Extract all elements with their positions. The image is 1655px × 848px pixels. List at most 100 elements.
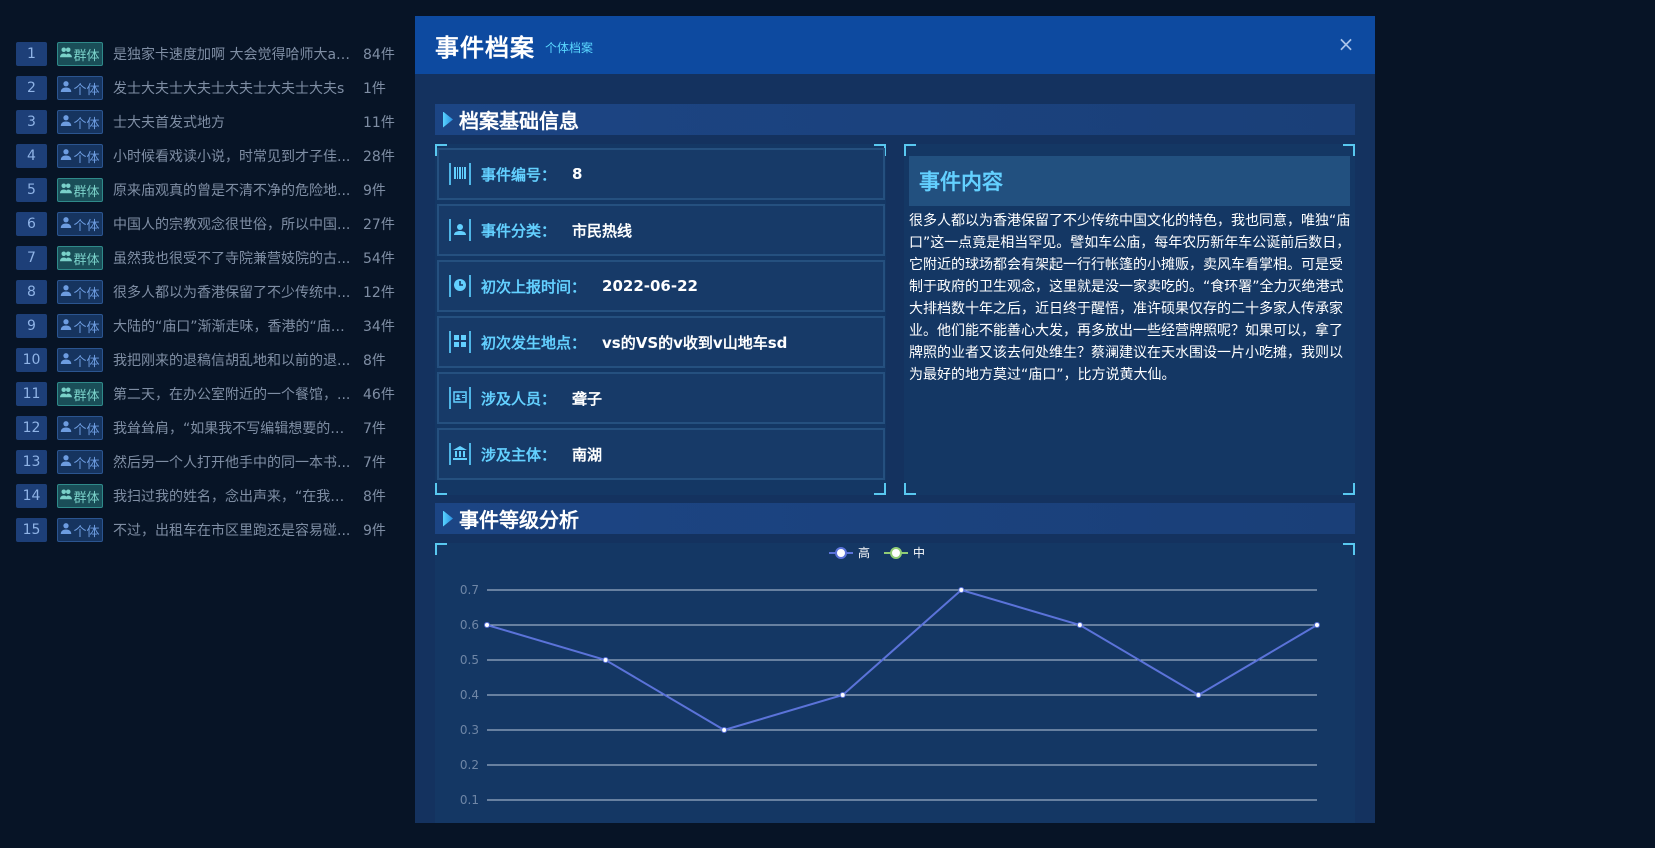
person-icon [60,420,72,436]
data-point [1195,692,1202,698]
list-item-type-label: 个体 [73,354,100,370]
y-tick-label: 0.7 [460,583,479,597]
list-item-type-label: 群体 [73,252,100,268]
person-icon [60,114,72,130]
modal-header: 事件档案 个体档案 × [415,16,1375,74]
corner-decoration [1343,144,1355,156]
y-tick-label: 0.1 [460,793,479,807]
list-item-type-label: 群体 [73,388,100,404]
info-value: 8 [572,165,583,183]
list-item-title: 士大夫首发式地方 [113,115,225,131]
list-item[interactable]: 4 个体 小时候看戏读小说，时常见到才子佳... 28件 [16,139,396,173]
info-value: 聋子 [572,389,603,408]
group-icon [60,250,73,266]
event-list: 1 群体 是独家卡速度加啊 大会觉得哈师大as... 84件 2 个体 发士大夫士大夫士大夫… [16,37,396,547]
list-item-title: 我把刚来的退稿信胡乱地和以前的退... [113,353,351,369]
list-item[interactable]: 13 个体 然后另一个人打开他手中的同一本书... 7件 [16,445,396,479]
list-item-type-label: 群体 [73,48,100,64]
list-item[interactable]: 10 个体 我把刚来的退稿信胡乱地和以前的退... 8件 [16,343,396,377]
list-item[interactable]: 6 个体 中国人的宗教观念很世俗，所以中国... 27件 [16,207,396,241]
list-item[interactable]: 1 群体 是独家卡速度加啊 大会觉得哈师大as... 84件 [16,37,396,71]
barcode-icon [449,163,471,185]
list-item[interactable]: 2 个体 发士大夫士大夫士大夫士大夫士大夫s 1件 [16,71,396,105]
list-item[interactable]: 11 群体 第二天，在办公室附近的一个餐馆，... 46件 [16,377,396,411]
person-icon [60,284,72,300]
y-tick-label: 0.3 [460,723,479,737]
list-item-title: 很多人都以为香港保留了不少传统中... [113,285,351,301]
building-icon [449,443,471,465]
list-item-count: 8件 [363,489,386,505]
list-item-type-label: 个体 [73,320,100,336]
data-point [721,727,728,733]
person-icon [60,148,72,164]
list-item-title: 不过，出租车在市区里跑还是容易碰... [113,523,351,539]
list-item-count: 34件 [363,319,395,335]
corner-decoration [435,483,447,495]
info-row: 初次上报时间： 2022-06-22 [437,260,885,312]
corner-decoration [904,144,916,156]
data-point [839,692,846,698]
info-value: vs的VS的v收到v山地车sd [602,333,788,352]
data-point [602,657,609,663]
list-item-title: 然后另一个人打开他手中的同一本书... [113,455,351,471]
section-level-analysis-title: 事件等级分析 [459,508,579,532]
list-item[interactable]: 14 群体 我扫过我的姓名，念出声来，“在我看... 8件 [16,479,396,513]
data-point [1076,622,1083,628]
list-item-type-label: 个体 [73,150,100,166]
section-arrow-icon [443,510,453,527]
list-item-number: 14 [16,484,47,508]
list-item-type-label: 个体 [73,456,100,472]
list-item-count: 7件 [363,421,386,437]
list-item-type-label: 群体 [73,490,100,506]
user-card-icon [449,219,471,241]
list-item-number: 13 [16,450,47,474]
info-label: 事件分类： [481,221,557,240]
list-item-type-badge: 个体 [57,280,103,304]
modal-subtitle[interactable]: 个体档案 [545,39,593,56]
list-item[interactable]: 5 群体 原来庙观真的曾是不清不净的危险地... 9件 [16,173,396,207]
list-item-number: 8 [16,280,47,304]
list-item-count: 8件 [363,353,386,369]
list-item-title: 大陆的“庙口”渐渐走味，香港的“庙口... [113,319,351,335]
group-icon [60,488,73,504]
list-item-number: 10 [16,348,47,372]
list-item[interactable]: 7 群体 虽然我也很受不了寺院兼营妓院的古... 54件 [16,241,396,275]
y-tick-label: 0.6 [460,618,479,632]
list-item-number: 11 [16,382,47,406]
section-basic-info-title: 档案基础信息 [459,109,579,133]
list-item-count: 54件 [363,251,395,267]
info-label: 涉及人员： [481,389,557,408]
list-item-number: 1 [16,42,47,66]
info-value: 2022-06-22 [602,277,698,295]
id-card-icon [449,387,471,409]
content-header: 事件内容 [909,156,1350,206]
list-item[interactable]: 15 个体 不过，出租车在市区里跑还是容易碰... 9件 [16,513,396,547]
list-item[interactable]: 12 个体 我耸耸肩，“如果我不写编辑想要的东... 7件 [16,411,396,445]
list-item[interactable]: 3 个体 士大夫首发式地方 11件 [16,105,396,139]
list-item-count: 28件 [363,149,395,165]
list-item[interactable]: 9 个体 大陆的“庙口”渐渐走味，香港的“庙口... 34件 [16,309,396,343]
list-item-number: 2 [16,76,47,100]
list-item-count: 46件 [363,387,395,403]
close-icon[interactable]: × [1335,33,1357,55]
group-icon [60,386,73,402]
list-item-type-badge: 个体 [57,144,103,168]
info-row: 涉及人员： 聋子 [437,372,885,424]
legend-marker [835,547,847,559]
list-item-type-label: 个体 [73,218,100,234]
person-icon [60,454,72,470]
list-item-count: 12件 [363,285,395,301]
list-item-number: 4 [16,144,47,168]
list-item[interactable]: 8 个体 很多人都以为香港保留了不少传统中... 12件 [16,275,396,309]
list-item-number: 9 [16,314,47,338]
list-item-type-label: 个体 [73,524,100,540]
list-item-count: 7件 [363,455,386,471]
content-title: 事件内容 [919,170,1003,194]
list-item-count: 27件 [363,217,395,233]
info-row: 涉及主体： 南湖 [437,428,885,480]
person-icon [60,352,72,368]
list-item-type-badge: 个体 [57,314,103,338]
list-item-title: 发士大夫士大夫士大夫士大夫士大夫s [113,81,345,97]
info-label: 初次发生地点： [481,333,587,352]
list-item-title: 小时候看戏读小说，时常见到才子佳... [113,149,351,165]
